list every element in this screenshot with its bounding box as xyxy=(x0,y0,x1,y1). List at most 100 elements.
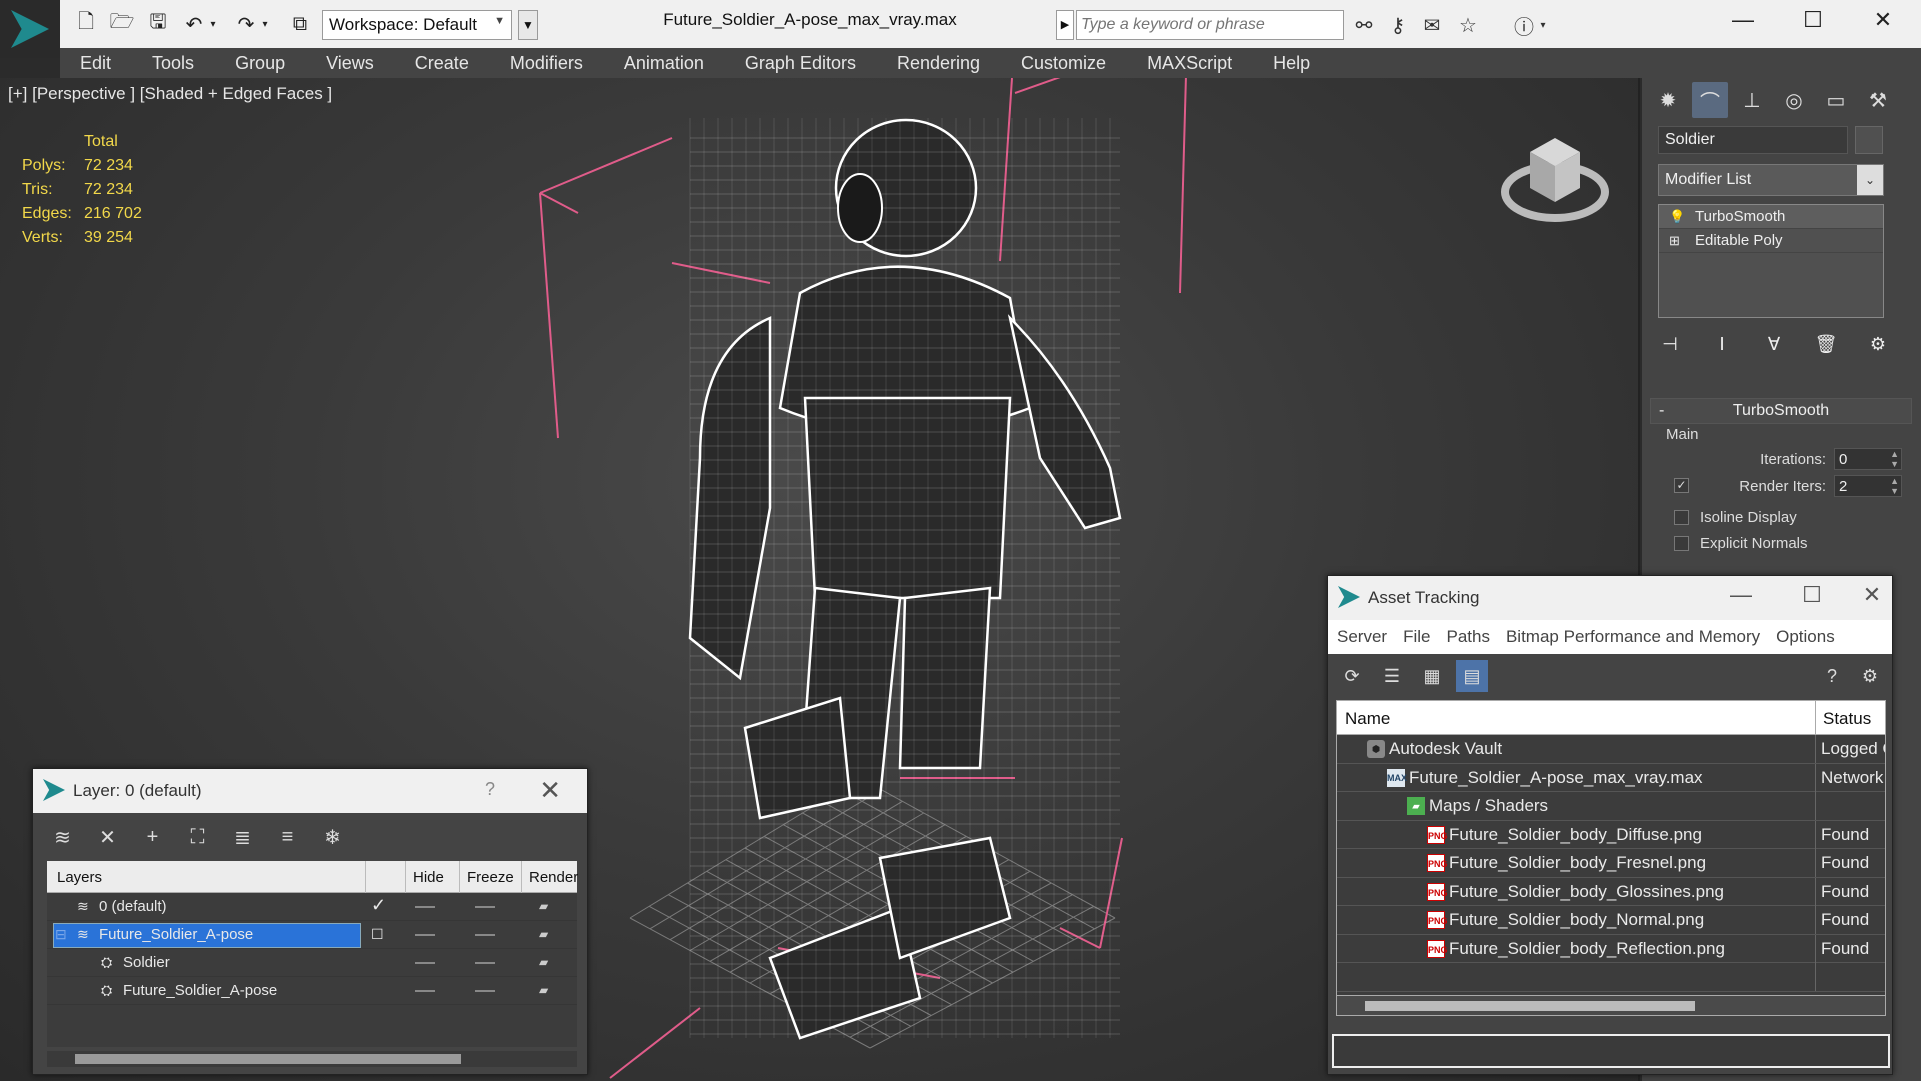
asset-row[interactable]: PNG Future_Soldier_body_Reflection.png Fou… xyxy=(1337,934,1885,963)
hierarchy-tab-icon[interactable]: ⊥ xyxy=(1734,82,1770,118)
make-unique-icon[interactable]: ∀ xyxy=(1758,328,1790,360)
undo-dropdown-icon[interactable]: ▾ xyxy=(206,10,220,38)
rollout-header[interactable]: - TurboSmooth xyxy=(1650,398,1912,424)
list-view-icon[interactable]: ☰ xyxy=(1376,660,1408,692)
pin-stack-icon[interactable]: ⊣ xyxy=(1654,328,1686,360)
column-header[interactable]: Render xyxy=(529,869,578,886)
close-icon[interactable]: ✕ xyxy=(539,775,561,806)
spinner-arrows-icon[interactable]: ▲ ▼ xyxy=(1890,449,1899,469)
create-layer-icon[interactable]: ≋ xyxy=(47,821,78,853)
modifier-list-dropdown[interactable]: Modifier List ⌄ xyxy=(1658,164,1884,196)
menu-item-edit[interactable]: Edit xyxy=(60,53,132,74)
minimize-button[interactable]: — xyxy=(1708,0,1778,40)
layer-row-selected[interactable]: ⊟ ≋ Future_Soldier_A-pose ☐ ▰ xyxy=(47,921,577,949)
maximize-button[interactable]: ☐ xyxy=(1778,0,1848,40)
collapse-minus-icon[interactable]: ⊟ xyxy=(55,926,67,943)
layer-row[interactable]: ⛭ Future_Soldier_A-pose ▰ xyxy=(47,977,577,1005)
menu-item-animation[interactable]: Animation xyxy=(604,53,725,74)
render-teapot-icon[interactable]: ▰ xyxy=(539,927,548,941)
column-header[interactable]: Freeze xyxy=(467,869,514,886)
menu-item-views[interactable]: Views xyxy=(306,53,395,74)
hide-toggle[interactable] xyxy=(415,990,435,992)
viewcube-icon[interactable] xyxy=(1500,122,1610,232)
menu-item-create[interactable]: Create xyxy=(395,53,490,74)
render-teapot-icon[interactable]: ▰ xyxy=(539,899,548,913)
menu-item-maxscript[interactable]: MAXScript xyxy=(1127,53,1253,74)
highlight-selected-icon[interactable]: ≣ xyxy=(227,821,258,853)
column-header[interactable]: Name xyxy=(1345,709,1390,729)
vault-settings-icon[interactable]: ⚙ xyxy=(1854,660,1886,692)
save-icon[interactable]: 🖫 xyxy=(144,10,172,38)
redo-dropdown-icon[interactable]: ▾ xyxy=(258,10,272,38)
hide-all-layers-icon[interactable]: ≡ xyxy=(272,821,303,853)
lightbulb-icon[interactable]: 💡 xyxy=(1669,205,1685,229)
object-color-swatch[interactable] xyxy=(1855,126,1883,154)
column-header[interactable]: Layers xyxy=(57,869,102,886)
menu-item-rendering[interactable]: Rendering xyxy=(877,53,1001,74)
horizontal-scrollbar[interactable] xyxy=(1336,996,1886,1016)
dialog-title-bar[interactable]: Layer: 0 (default) ? ✕ xyxy=(33,769,587,813)
app-logo-icon[interactable] xyxy=(0,0,60,58)
modify-tab-curve-icon[interactable]: ⌒ xyxy=(1692,82,1728,118)
redo-icon[interactable]: ↷ xyxy=(232,10,260,38)
remove-modifier-icon[interactable]: 🗑 xyxy=(1810,328,1842,360)
menu-item-help[interactable]: Help xyxy=(1253,53,1331,74)
asset-menu-item[interactable]: File xyxy=(1398,627,1441,647)
asset-row[interactable]: PNG Future_Soldier_body_Normal.png Found xyxy=(1337,906,1885,935)
display-tab-monitor-icon[interactable]: ▭ xyxy=(1818,82,1854,118)
asset-row[interactable]: PNG Future_Soldier_body_Diffuse.png Found xyxy=(1337,820,1885,849)
spinner-arrows-icon[interactable]: ▲ ▼ xyxy=(1890,476,1899,496)
motion-tab-icon[interactable]: ◎ xyxy=(1776,82,1812,118)
hide-toggle[interactable] xyxy=(415,934,435,936)
vault-help-icon[interactable]: ? xyxy=(1816,660,1848,692)
workspace-dropdown[interactable]: Workspace: Default ▼ xyxy=(322,10,512,40)
isoline-display-checkbox[interactable]: Isoline Display xyxy=(1674,508,1874,528)
checkbox-box[interactable] xyxy=(1674,510,1689,525)
object-name-field[interactable] xyxy=(1658,126,1848,154)
asset-menu-item[interactable]: Bitmap Performance and Memory xyxy=(1501,627,1771,647)
search-expand-icon[interactable]: ▶ xyxy=(1056,10,1074,40)
thumbnail-view-icon[interactable]: ▦ xyxy=(1416,660,1448,692)
asset-menu-item[interactable]: Server xyxy=(1332,627,1398,647)
hide-toggle[interactable] xyxy=(415,962,435,964)
viewport-label[interactable]: [+] [Perspective ] [Shaded + Edged Faces… xyxy=(8,84,332,104)
configure-modifier-sets-icon[interactable]: ⚙ xyxy=(1862,328,1894,360)
menu-item-tools[interactable]: Tools xyxy=(132,53,215,74)
help-question-icon[interactable]: ? xyxy=(485,779,495,800)
asset-menu-item[interactable]: Paths xyxy=(1441,627,1500,647)
set-current-box-icon[interactable]: ☐ xyxy=(371,926,384,943)
key-icon[interactable]: ⚷ xyxy=(1382,10,1414,40)
undo-icon[interactable]: ↶ xyxy=(180,10,208,38)
stack-item-editable-poly[interactable]: ⊞ Editable Poly xyxy=(1659,229,1883,253)
asset-menu-item[interactable]: Options xyxy=(1771,627,1846,647)
menu-item-customize[interactable]: Customize xyxy=(1001,53,1127,74)
select-in-layer-icon[interactable]: ⛶ xyxy=(182,821,213,853)
checkbox-box[interactable] xyxy=(1674,536,1689,551)
current-layer-check-icon[interactable]: ✓ xyxy=(371,895,386,916)
freeze-toggle[interactable] xyxy=(475,962,495,964)
render-teapot-icon[interactable]: ▰ xyxy=(539,983,548,997)
binoculars-icon[interactable]: ⚯ xyxy=(1348,10,1380,40)
menu-item-graph-editors[interactable]: Graph Editors xyxy=(725,53,877,74)
asset-row[interactable]: ▰ Maps / Shaders xyxy=(1337,792,1885,821)
checkmark-icon[interactable]: ✓ xyxy=(1674,478,1689,493)
open-folder-icon[interactable]: 🗁 xyxy=(108,10,136,38)
workspace-menu-button[interactable]: ▼ xyxy=(518,10,538,40)
utilities-tab-hammer-icon[interactable]: ⚒ xyxy=(1860,82,1896,118)
asset-path-field[interactable] xyxy=(1332,1034,1890,1068)
favorites-star-icon[interactable]: ☆ xyxy=(1452,10,1484,40)
delete-layer-icon[interactable]: ✕ xyxy=(92,821,123,853)
close-button[interactable]: ✕ xyxy=(1848,0,1918,40)
horizontal-scrollbar[interactable] xyxy=(47,1051,577,1067)
column-header[interactable]: Status xyxy=(1823,709,1871,729)
stack-item-turbosmooth[interactable]: 💡 TurboSmooth xyxy=(1659,205,1883,229)
scrollbar-thumb[interactable] xyxy=(75,1054,461,1064)
asset-row[interactable]: PNG Future_Soldier_body_Glossines.png Foun… xyxy=(1337,877,1885,906)
add-to-layer-icon[interactable]: + xyxy=(137,821,168,853)
asset-row[interactable]: PNG Future_Soldier_body_Fresnel.png Found xyxy=(1337,849,1885,878)
render-teapot-icon[interactable]: ▰ xyxy=(539,955,548,969)
freeze-all-layers-icon[interactable]: ❄ xyxy=(317,821,348,853)
asset-row[interactable]: MAX Future_Soldier_A-pose_max_vray.max Net… xyxy=(1337,763,1885,792)
minimize-button[interactable]: — xyxy=(1721,582,1761,608)
table-view-icon[interactable]: ▤ xyxy=(1456,660,1488,692)
